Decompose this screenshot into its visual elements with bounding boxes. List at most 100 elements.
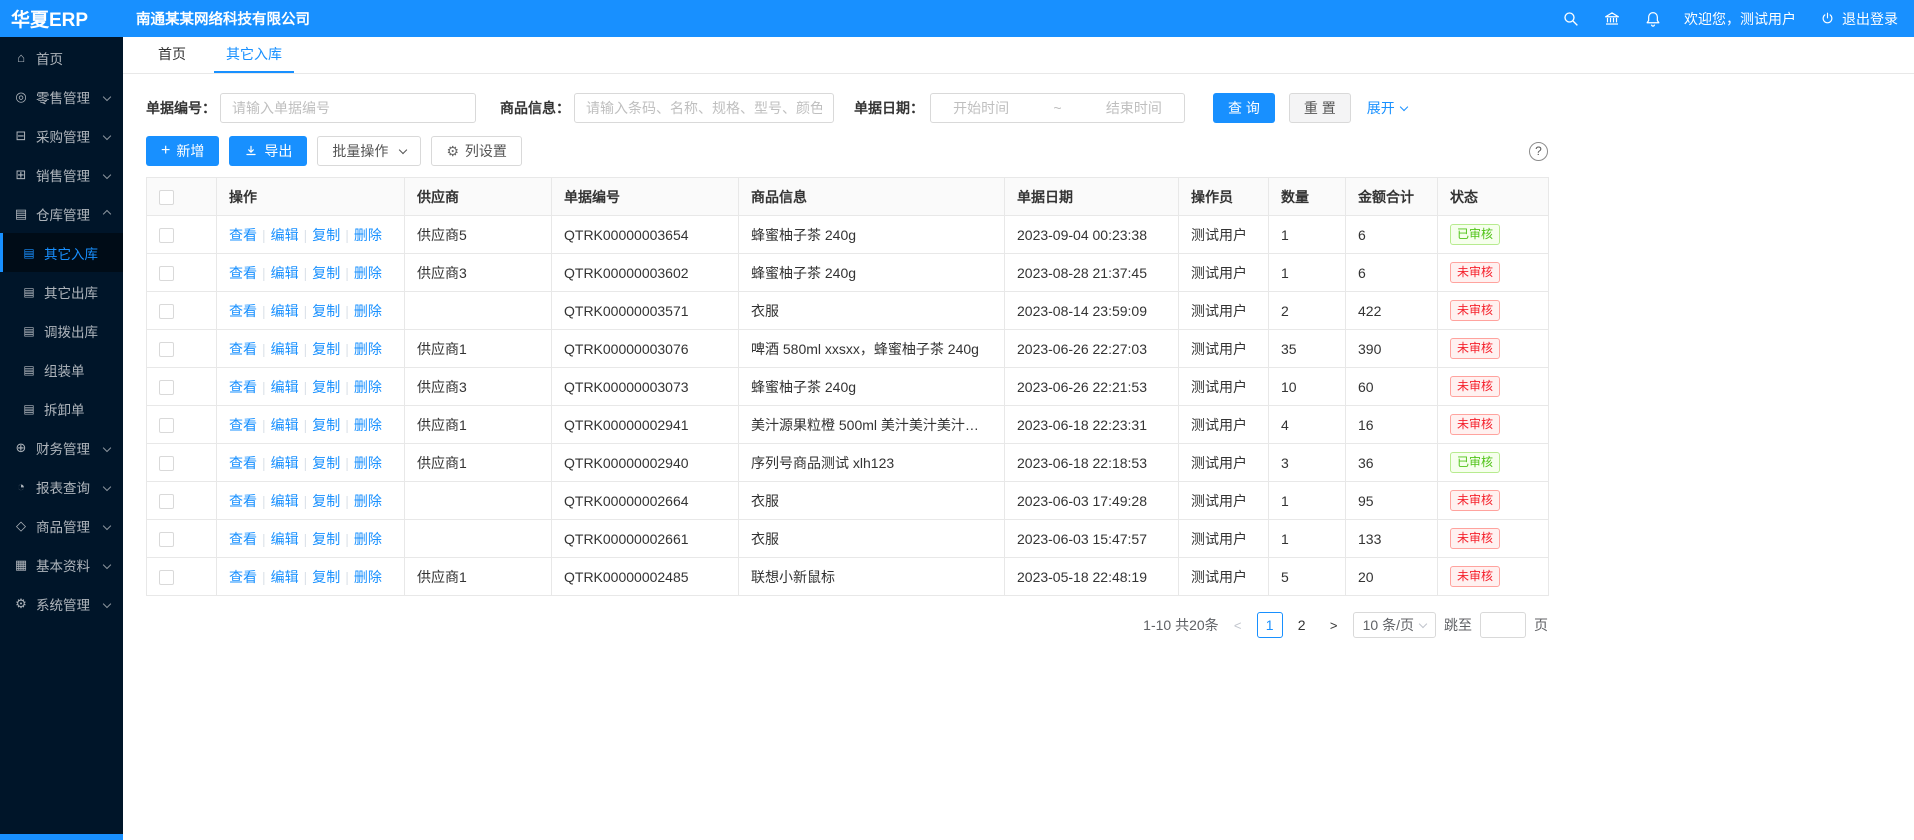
bank-icon[interactable] [1602,9,1622,29]
edit-link[interactable]: 编辑 [271,341,299,357]
edit-link[interactable]: 编辑 [271,379,299,395]
sidebar-item-report[interactable]: ◔ 报表查询 [0,467,123,506]
edit-link[interactable]: 编辑 [271,303,299,319]
row-checkbox[interactable] [159,456,174,471]
app-logo[interactable]: 华夏ERP [0,5,123,32]
copy-link[interactable]: 复制 [312,341,340,357]
select-all-checkbox[interactable] [159,190,174,205]
copy-link[interactable]: 复制 [312,379,340,395]
sidebar-item-sales[interactable]: ⊞ 销售管理 [0,155,123,194]
copy-link[interactable]: 复制 [312,265,340,281]
expand-link[interactable]: 展开 [1367,98,1407,118]
view-link[interactable]: 查看 [229,417,257,433]
row-checkbox[interactable] [159,532,174,547]
page-size-select[interactable]: 10 条/页 [1353,612,1436,638]
sidebar-item-warehouse[interactable]: ▤ 仓库管理 [0,194,123,233]
copy-link[interactable]: 复制 [312,569,340,585]
sidebar-item-goods[interactable]: ◇ 商品管理 [0,506,123,545]
sidebar-sub-item[interactable]: ▤ 拆卸单 [0,389,123,428]
view-link[interactable]: 查看 [229,531,257,547]
delete-link[interactable]: 删除 [354,379,382,395]
row-checkbox[interactable] [159,380,174,395]
search-icon[interactable] [1561,9,1581,29]
view-link[interactable]: 查看 [229,493,257,509]
view-link[interactable]: 查看 [229,455,257,471]
copy-link[interactable]: 复制 [312,227,340,243]
sidebar-item-label: 系统管理 [36,594,90,614]
row-checkbox[interactable] [159,304,174,319]
sidebar-item-home[interactable]: ⌂ 首页 [0,38,123,77]
row-checkbox[interactable] [159,418,174,433]
copy-link[interactable]: 复制 [312,493,340,509]
sidebar-item-finance[interactable]: ⊕ 财务管理 [0,428,123,467]
row-checkbox[interactable] [159,570,174,585]
delete-link[interactable]: 删除 [354,493,382,509]
view-link[interactable]: 查看 [229,303,257,319]
row-actions: 查看|编辑|复制|删除 [217,444,405,482]
sidebar-sub-item[interactable]: ▤ 调拨出库 [0,311,123,350]
column-settings-button[interactable]: ⚙ 列设置 [431,136,522,166]
delete-link[interactable]: 删除 [354,303,382,319]
sidebar-sub-item[interactable]: ▤ 其它入库 [0,233,123,272]
sidebar-item-system[interactable]: ⚙ 系统管理 [0,584,123,623]
jump-input[interactable] [1480,612,1526,638]
action-separator: | [304,265,308,281]
export-button[interactable]: 导出 [229,136,307,166]
edit-link[interactable]: 编辑 [271,569,299,585]
start-date-placeholder[interactable]: 开始时间 [953,98,1009,118]
amount-cell: 36 [1346,444,1438,482]
sidebar-item-basedata[interactable]: ▦ 基本资料 [0,545,123,584]
view-link[interactable]: 查看 [229,227,257,243]
delete-link[interactable]: 删除 [354,265,382,281]
batch-ops-button[interactable]: 批量操作 [317,136,421,166]
delete-link[interactable]: 删除 [354,341,382,357]
delete-link[interactable]: 删除 [354,455,382,471]
copy-link[interactable]: 复制 [312,531,340,547]
edit-link[interactable]: 编辑 [271,227,299,243]
row-checkbox[interactable] [159,266,174,281]
copy-link[interactable]: 复制 [312,455,340,471]
reset-button[interactable]: 重 置 [1289,93,1351,123]
delete-link[interactable]: 删除 [354,531,382,547]
delete-link[interactable]: 删除 [354,569,382,585]
row-checkbox[interactable] [159,494,174,509]
doc-no-input[interactable] [220,93,476,123]
edit-link[interactable]: 编辑 [271,417,299,433]
product-input[interactable] [574,93,834,123]
delete-link[interactable]: 删除 [354,417,382,433]
edit-link[interactable]: 编辑 [271,493,299,509]
edit-link[interactable]: 编辑 [271,455,299,471]
row-checkbox[interactable] [159,342,174,357]
action-separator: | [345,227,349,243]
page-button-2[interactable]: 2 [1289,612,1315,638]
edit-link[interactable]: 编辑 [271,265,299,281]
view-link[interactable]: 查看 [229,265,257,281]
page-button-1[interactable]: 1 [1257,612,1283,638]
tab[interactable]: 首页 [146,37,198,73]
copy-link[interactable]: 复制 [312,303,340,319]
bell-icon[interactable] [1643,9,1663,29]
copy-link[interactable]: 复制 [312,417,340,433]
end-date-placeholder[interactable]: 结束时间 [1106,98,1162,118]
view-link[interactable]: 查看 [229,379,257,395]
help-icon[interactable]: ? [1529,142,1548,161]
row-checkbox[interactable] [159,228,174,243]
sidebar-sub-item[interactable]: ▤ 其它出库 [0,272,123,311]
tab[interactable]: 其它入库 [214,37,294,73]
checkbox-cell [147,368,217,406]
logout-button[interactable]: 退出登录 [1817,9,1898,29]
search-button[interactable]: 查 询 [1213,93,1275,123]
action-separator: | [304,417,308,433]
next-page-button[interactable]: > [1323,612,1345,638]
delete-link[interactable]: 删除 [354,227,382,243]
row-actions: 查看|编辑|复制|删除 [217,254,405,292]
sidebar-sub-item[interactable]: ▤ 组装单 [0,350,123,389]
sidebar-item-purchase[interactable]: ⊟ 采购管理 [0,116,123,155]
prev-page-button[interactable]: < [1227,612,1249,638]
view-link[interactable]: 查看 [229,569,257,585]
sidebar-item-retail[interactable]: ◎ 零售管理 [0,77,123,116]
date-range-picker[interactable]: 开始时间 ~ 结束时间 [930,93,1185,123]
add-button[interactable]: + 新增 [146,136,219,166]
edit-link[interactable]: 编辑 [271,531,299,547]
view-link[interactable]: 查看 [229,341,257,357]
